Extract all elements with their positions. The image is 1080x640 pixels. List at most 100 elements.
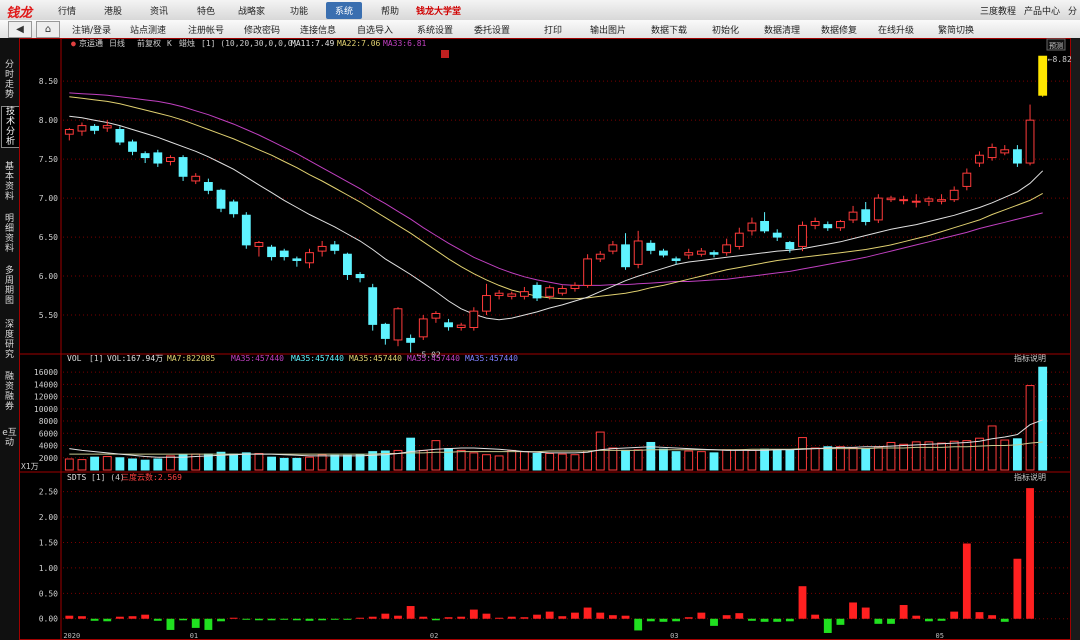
sdts-bar <box>545 611 554 619</box>
toolbar-logout-login[interactable]: 注销/登录 <box>72 23 111 36</box>
tab-multi-period[interactable]: 多周期图 <box>1 266 18 306</box>
stock-chart[interactable]: ● 京运通 日线 前复权 K 蜡烛 [1] (10,20,30,0,0,0) M… <box>19 38 1071 640</box>
menu-item-news[interactable]: 资讯 <box>150 4 168 17</box>
sdts-bar <box>596 612 605 619</box>
sdts-bar <box>482 613 491 619</box>
tab-e-interaction[interactable]: e互动 <box>1 428 18 464</box>
tab-margin-trading[interactable]: 融资融券 <box>1 372 18 412</box>
toolbar-initialize[interactable]: 初始化 <box>712 23 739 36</box>
tab-detail-info[interactable]: 明细资料 <box>1 214 18 254</box>
candle-body <box>254 242 264 247</box>
volume-bar <box>772 449 782 471</box>
candle-body <box>229 201 239 215</box>
sdts-bar <box>128 616 137 619</box>
candle <box>823 221 833 231</box>
sdts-bar <box>659 618 668 622</box>
candle <box>886 195 896 202</box>
ma33-value: MA33:6.81 <box>383 39 427 48</box>
candle <box>595 251 605 263</box>
toolbar-system-settings[interactable]: 系统设置 <box>417 23 453 36</box>
candle <box>241 212 251 249</box>
candle-body <box>418 318 428 338</box>
sdts-bar <box>90 618 99 621</box>
volume-bar <box>494 455 504 471</box>
toolbar-order-settings[interactable]: 委托设置 <box>474 23 510 36</box>
volume-bar <box>1025 385 1035 471</box>
candle-body <box>899 199 909 202</box>
volume-bar <box>241 452 251 471</box>
candle-body <box>1025 119 1035 164</box>
candle <box>570 282 580 292</box>
menu-item-products[interactable]: 产品中心 <box>1024 4 1060 17</box>
vol-ma35-e: MA35:457440 <box>465 354 518 363</box>
menu-item-functions[interactable]: 功能 <box>290 4 308 17</box>
volume-bar <box>343 454 352 471</box>
toolbar-export-image[interactable]: 输出图片 <box>590 23 626 36</box>
candle <box>760 212 769 234</box>
high-price-note: ←8.82 <box>1048 55 1071 64</box>
volume-bar <box>1012 438 1022 471</box>
tab-technical-analysis[interactable]: 技术分析 <box>1 106 20 148</box>
menu-item-system[interactable]: 系统 <box>326 2 363 19</box>
candle-body <box>343 253 352 275</box>
back-icon[interactable]: ◀ <box>8 21 32 38</box>
volume-bar <box>77 459 87 471</box>
candle-body <box>886 197 896 201</box>
candle-body <box>216 189 226 209</box>
candle <box>406 334 416 353</box>
menu-item-help[interactable]: 帮助 <box>381 4 399 17</box>
menu-item-hk-stocks[interactable]: 港股 <box>104 4 122 17</box>
sdts-bar <box>255 618 263 621</box>
tab-basic-info[interactable]: 基本资料 <box>1 162 18 202</box>
y-tick-label: 2.50 <box>39 488 58 497</box>
candle-body <box>962 172 972 187</box>
sdts-series <box>65 488 1034 633</box>
right-scrollbar[interactable] <box>1071 38 1080 640</box>
sdts-bar <box>735 613 744 619</box>
menu-item-quotes[interactable]: 行情 <box>58 4 76 17</box>
toolbar-repair-data[interactable]: 数据修复 <box>821 23 857 36</box>
candle-body <box>696 250 706 255</box>
toolbar-print[interactable]: 打印 <box>544 23 562 36</box>
sdts-bar <box>861 607 870 619</box>
volume-bar <box>267 456 276 471</box>
tab-intraday[interactable]: 分时走势 <box>1 60 18 100</box>
sdts-bar <box>811 614 820 619</box>
toolbar-change-password[interactable]: 修改密码 <box>244 23 280 36</box>
toolbar-online-upgrade[interactable]: 在线升级 <box>878 23 914 36</box>
candle <box>557 285 567 296</box>
vol-ma35-a: MA35:457440 <box>231 354 284 363</box>
toolbar-register[interactable]: 注册帐号 <box>188 23 224 36</box>
menu-item-features[interactable]: 特色 <box>197 4 215 17</box>
candle-body <box>684 252 694 256</box>
sdts-bar <box>280 618 289 620</box>
menu-item-tutorial[interactable]: 三度教程 <box>980 4 1016 17</box>
adjust-label: 前复权 <box>137 38 161 48</box>
sdts-bar <box>292 618 301 621</box>
home-icon[interactable]: ⌂ <box>36 21 60 38</box>
y-tick-label: 0.00 <box>39 615 58 624</box>
toolbar-download-data[interactable]: 数据下载 <box>651 23 687 36</box>
volume-bar <box>722 449 732 471</box>
tab-deep-research[interactable]: 深度研究 <box>1 320 18 360</box>
toolbar-clean-data[interactable]: 数据清理 <box>764 23 800 36</box>
sdts-bar <box>672 618 681 622</box>
toolbar-simplified-traditional[interactable]: 繁简切换 <box>938 23 974 36</box>
toolbar-connection-info[interactable]: 连接信息 <box>300 23 336 36</box>
ma22-value: MA22:7.06 <box>337 39 381 48</box>
candle <box>90 124 100 135</box>
volume-bar <box>583 450 593 471</box>
sdts-bar <box>646 618 655 622</box>
volume-bar <box>798 437 807 471</box>
sdts-bar <box>950 611 959 619</box>
candle <box>115 126 125 146</box>
toolbar-import-watchlist[interactable]: 自选导入 <box>357 23 393 36</box>
volume-bar <box>431 440 441 471</box>
menu-item-share[interactable]: 分 <box>1068 4 1077 17</box>
sdts-bar <box>697 612 706 619</box>
x-tick-label: 02 <box>430 632 438 640</box>
menu-item-academy[interactable]: 钱龙大学堂 <box>416 4 461 17</box>
vol-ma35-b: MA35:457440 <box>291 354 344 363</box>
toolbar-speed-test[interactable]: 站点测速 <box>130 23 166 36</box>
menu-item-strategist[interactable]: 战略家 <box>238 4 265 17</box>
